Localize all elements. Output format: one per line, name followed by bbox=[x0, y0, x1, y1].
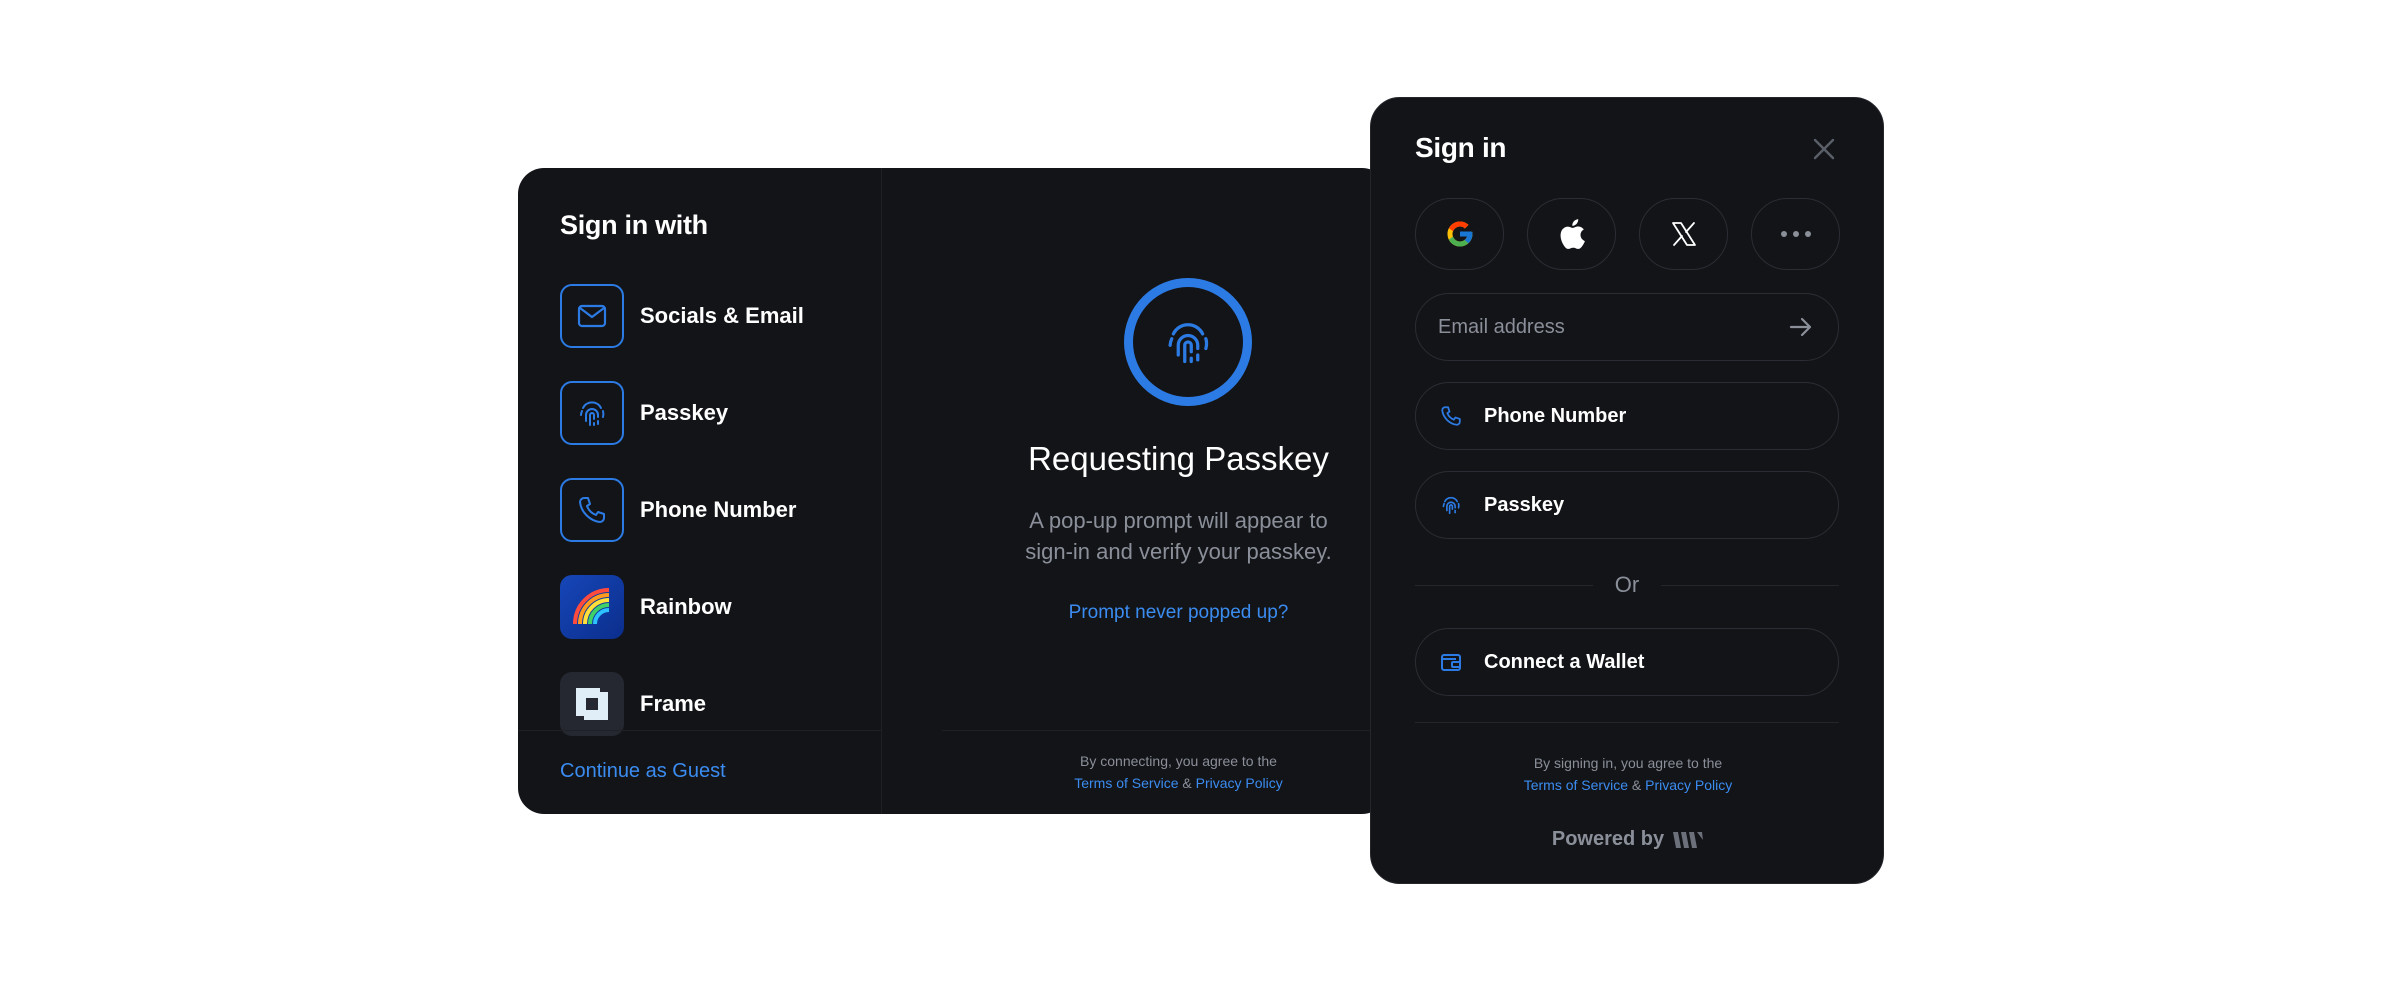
passkey-description: A pop-up prompt will appear to sign-in a… bbox=[1025, 508, 1332, 564]
terms-of-service-link[interactable]: Terms of Service bbox=[1074, 775, 1178, 791]
more-icon bbox=[1780, 231, 1811, 237]
continue-as-guest-link[interactable]: Continue as Guest bbox=[560, 760, 726, 783]
divider bbox=[1661, 584, 1840, 586]
x-icon bbox=[1671, 222, 1696, 246]
close-icon[interactable] bbox=[1807, 132, 1841, 166]
ampersand: & bbox=[1182, 775, 1192, 791]
fingerprint-icon bbox=[1438, 492, 1464, 518]
phone-icon bbox=[1438, 403, 1464, 429]
option-frame[interactable]: Frame bbox=[560, 672, 706, 736]
option-label: Phone Number bbox=[640, 497, 797, 522]
requesting-passkey-title: Requesting Passkey bbox=[1028, 440, 1329, 477]
powered-by: Powered by bbox=[1371, 828, 1885, 851]
sign-in-title: Sign in bbox=[1415, 132, 1507, 163]
brand-logo-icon bbox=[1673, 831, 1704, 848]
ampersand: & bbox=[1631, 777, 1642, 793]
option-label: Socials & Email bbox=[640, 303, 804, 328]
sign-in-modal-wide: Sign in with Socials & Email Passkey Pho… bbox=[518, 168, 1388, 814]
divider bbox=[942, 730, 1388, 731]
divider bbox=[1415, 722, 1839, 723]
prompt-never-popped-up-link[interactable]: Prompt never popped up? bbox=[882, 602, 1388, 624]
email-input[interactable] bbox=[1438, 315, 1786, 339]
privacy-policy-link[interactable]: Privacy Policy bbox=[1196, 775, 1283, 791]
wallet-icon bbox=[1438, 649, 1464, 675]
sign-in-modal-compact: Sign in Email address Phone Number Passk… bbox=[1370, 97, 1884, 884]
connect-wallet-label: Connect a Wallet bbox=[1484, 650, 1645, 673]
option-socials-email[interactable]: Socials & Email bbox=[560, 284, 804, 348]
legal-text: By connecting, you agree to the bbox=[1080, 753, 1277, 769]
google-button[interactable] bbox=[1415, 198, 1504, 270]
fingerprint-icon bbox=[1124, 278, 1252, 406]
sign-in-options-column: Sign in with Socials & Email Passkey Pho… bbox=[518, 168, 882, 814]
apple-button[interactable] bbox=[1527, 198, 1616, 270]
phone-icon bbox=[560, 478, 624, 542]
privacy-policy-link[interactable]: Privacy Policy bbox=[1645, 777, 1732, 793]
connect-wallet-button[interactable]: Connect a Wallet bbox=[1415, 628, 1839, 696]
legal-notice: By connecting, you agree to the Terms of… bbox=[882, 750, 1388, 794]
passkey-label: Passkey bbox=[1484, 493, 1565, 516]
sign-in-with-title: Sign in with bbox=[560, 210, 708, 240]
terms-of-service-link[interactable]: Terms of Service bbox=[1524, 777, 1628, 793]
mail-icon bbox=[560, 284, 624, 348]
or-text: Or bbox=[1614, 572, 1640, 597]
option-label: Passkey bbox=[640, 400, 729, 425]
option-label: Frame bbox=[640, 691, 707, 716]
more-options-button[interactable] bbox=[1751, 198, 1840, 270]
option-rainbow[interactable]: Rainbow bbox=[560, 575, 732, 639]
social-buttons bbox=[1415, 198, 1840, 270]
or-divider: Or bbox=[1415, 571, 1840, 599]
rainbow-logo-icon bbox=[560, 575, 624, 639]
google-icon bbox=[1447, 221, 1472, 247]
apple-icon bbox=[1560, 219, 1585, 249]
divider bbox=[1415, 584, 1593, 586]
fingerprint-icon bbox=[560, 381, 624, 445]
legal-text: By signing in, you agree to the bbox=[1533, 755, 1723, 771]
option-passkey[interactable]: Passkey bbox=[560, 381, 728, 445]
legal-notice: By signing in, you agree to the Terms of… bbox=[1371, 752, 1885, 796]
option-label: Rainbow bbox=[640, 594, 732, 619]
arrow-right-icon[interactable] bbox=[1786, 312, 1816, 342]
phone-number-button[interactable]: Phone Number bbox=[1415, 382, 1839, 450]
divider bbox=[518, 730, 882, 731]
frame-logo-icon bbox=[560, 672, 624, 736]
passkey-button[interactable]: Passkey bbox=[1415, 471, 1839, 539]
passkey-detail-panel: Requesting Passkey A pop-up prompt will … bbox=[882, 168, 1388, 814]
email-field[interactable] bbox=[1415, 293, 1839, 361]
phone-number-label: Phone Number bbox=[1484, 404, 1627, 427]
powered-by-text: Powered by bbox=[1551, 828, 1665, 850]
x-button[interactable] bbox=[1639, 198, 1728, 270]
option-phone-number[interactable]: Phone Number bbox=[560, 478, 796, 542]
